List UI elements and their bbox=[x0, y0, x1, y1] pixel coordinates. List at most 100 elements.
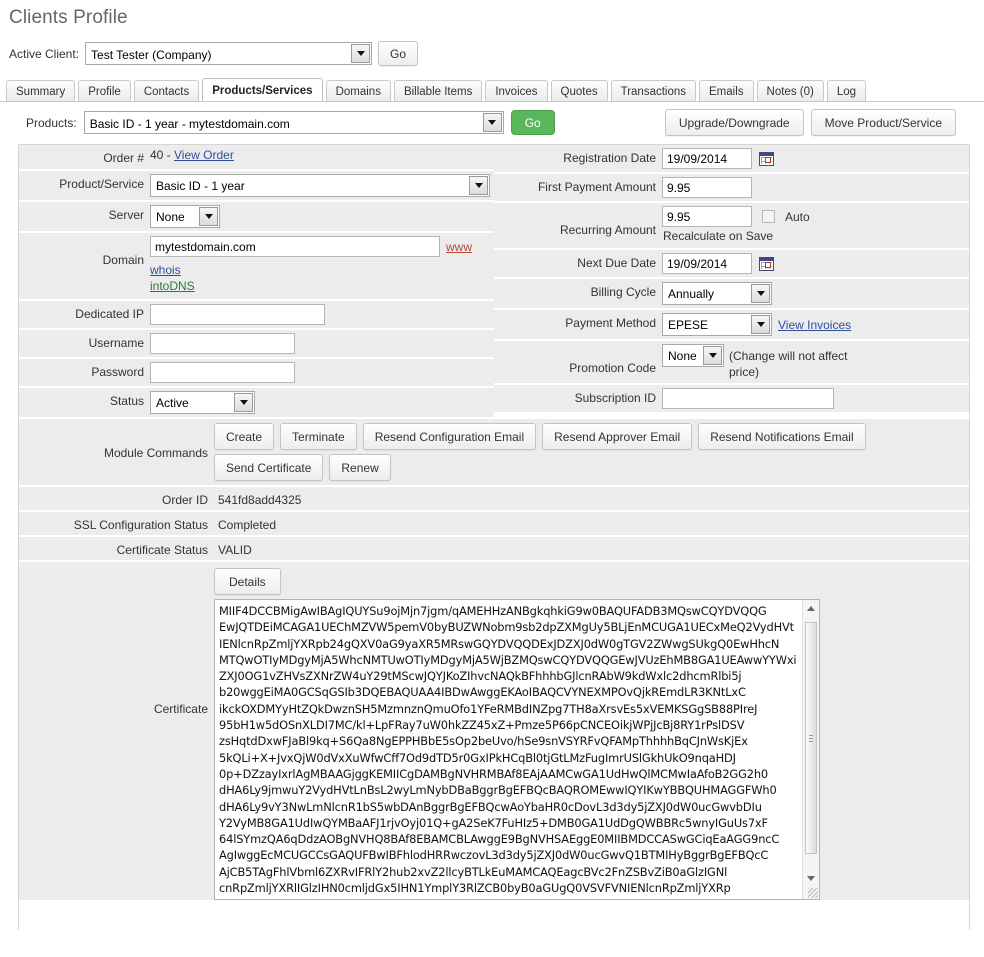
first-payment-input[interactable] bbox=[662, 177, 752, 198]
view-order-link[interactable]: View Order bbox=[174, 148, 234, 162]
page-title: Clients Profile bbox=[9, 7, 128, 28]
product-service-value: Basic ID - 1 year bbox=[156, 179, 245, 193]
left-column: Order # 40 - View Order Product/Service … bbox=[19, 145, 494, 417]
ssl-configuration-status-value: Completed bbox=[218, 518, 277, 532]
next-due-date-label: Next Due Date bbox=[577, 256, 656, 270]
module-commands-row-1: Create Terminate Resend Configuration Em… bbox=[214, 419, 969, 454]
tab-contacts[interactable]: Contacts bbox=[133, 80, 200, 102]
tab-quotes[interactable]: Quotes bbox=[550, 80, 608, 102]
promotion-code-select[interactable]: None bbox=[662, 344, 724, 367]
active-client-select[interactable]: Test Tester (Company) bbox=[85, 42, 373, 65]
billing-cycle-label: Billing Cycle bbox=[590, 285, 656, 299]
row-certificate-status: Certificate Status VALID bbox=[19, 537, 969, 562]
row-order-number: Order # 40 - View Order bbox=[19, 145, 494, 171]
tab-transactions[interactable]: Transactions bbox=[610, 80, 697, 102]
row-dedicated-ip: Dedicated IP bbox=[19, 301, 494, 330]
next-due-date-input[interactable] bbox=[662, 253, 752, 274]
view-invoices-link[interactable]: View Invoices bbox=[778, 318, 851, 332]
status-select[interactable]: Active bbox=[150, 391, 255, 414]
row-status: Status Active bbox=[19, 388, 494, 417]
auto-checkbox[interactable] bbox=[762, 210, 775, 223]
certificate-status-label: Certificate Status bbox=[116, 543, 208, 557]
calendar-icon[interactable] bbox=[759, 151, 774, 166]
domain-intodns-link[interactable]: intoDNS bbox=[150, 279, 195, 293]
certificate-status-value: VALID bbox=[218, 543, 252, 557]
resize-handle[interactable] bbox=[808, 888, 818, 898]
tab-profile[interactable]: Profile bbox=[78, 80, 131, 102]
domain-www-link[interactable]: www bbox=[446, 240, 472, 254]
scroll-up-icon[interactable] bbox=[803, 600, 819, 616]
calendar-icon[interactable] bbox=[759, 256, 774, 271]
username-label: Username bbox=[88, 336, 144, 350]
username-input[interactable] bbox=[150, 333, 295, 354]
renew-button[interactable]: Renew bbox=[329, 454, 391, 481]
row-billing-cycle: Billing Cycle Annually bbox=[494, 279, 969, 310]
products-toolbar: Products: Basic ID - 1 year - mytestdoma… bbox=[0, 101, 984, 144]
certificate-textarea[interactable]: MIIF4DCCBMigAwIBAgIQUYSu9ojMjn7jgm/qAMEH… bbox=[214, 599, 820, 900]
row-password: Password bbox=[19, 359, 494, 388]
chevron-down-icon[interactable] bbox=[703, 346, 722, 365]
terminate-button[interactable]: Terminate bbox=[280, 423, 357, 450]
registration-date-input[interactable] bbox=[662, 148, 752, 169]
create-button[interactable]: Create bbox=[214, 423, 275, 450]
profile-tabs: Summary Profile Contacts Products/Servic… bbox=[6, 78, 984, 102]
billing-cycle-select[interactable]: Annually bbox=[662, 282, 772, 305]
products-go-button[interactable]: Go bbox=[510, 110, 555, 135]
chevron-down-icon[interactable] bbox=[199, 207, 218, 226]
tab-log[interactable]: Log bbox=[826, 80, 867, 102]
order-number-label: Order # bbox=[103, 151, 144, 165]
row-promotion-code: Promotion Code None (Change will not aff… bbox=[494, 341, 969, 385]
domain-input[interactable] bbox=[150, 236, 440, 257]
domain-whois-link[interactable]: whois bbox=[150, 263, 181, 277]
two-column-grid: Order # 40 - View Order Product/Service … bbox=[19, 145, 969, 417]
tab-summary[interactable]: Summary bbox=[6, 80, 76, 102]
product-service-label: Product/Service bbox=[59, 177, 144, 191]
server-label: Server bbox=[108, 208, 144, 222]
row-order-id: Order ID 541fd8add4325 bbox=[19, 487, 969, 512]
first-payment-label: First Payment Amount bbox=[537, 180, 656, 194]
clients-profile-page: Clients Profile Active Client: Test Test… bbox=[0, 0, 984, 957]
tab-notes[interactable]: Notes (0) bbox=[756, 80, 824, 102]
scrollbar-thumb[interactable] bbox=[805, 622, 817, 854]
tab-billable-items[interactable]: Billable Items bbox=[393, 80, 483, 102]
row-subscription-id: Subscription ID bbox=[494, 385, 969, 412]
scroll-down-icon[interactable] bbox=[803, 870, 819, 886]
chevron-down-icon[interactable] bbox=[751, 284, 770, 303]
resend-approver-email-button[interactable]: Resend Approver Email bbox=[542, 423, 693, 450]
send-certificate-button[interactable]: Send Certificate bbox=[214, 454, 324, 481]
payment-method-select[interactable]: EPESE bbox=[662, 313, 772, 336]
server-select[interactable]: None bbox=[150, 205, 220, 228]
chevron-down-icon[interactable] bbox=[469, 176, 488, 195]
recurring-amount-input[interactable] bbox=[662, 206, 752, 227]
order-id-value: 541fd8add4325 bbox=[218, 493, 302, 507]
chevron-down-icon[interactable] bbox=[751, 315, 770, 334]
details-button[interactable]: Details bbox=[214, 568, 281, 595]
product-service-select[interactable]: Basic ID - 1 year bbox=[150, 174, 490, 197]
resend-configuration-email-button[interactable]: Resend Configuration Email bbox=[362, 423, 537, 450]
tab-domains[interactable]: Domains bbox=[325, 80, 391, 102]
resend-notifications-email-button[interactable]: Resend Notifications Email bbox=[698, 423, 866, 450]
subscription-id-input[interactable] bbox=[662, 388, 834, 409]
password-input[interactable] bbox=[150, 362, 295, 383]
chevron-down-icon[interactable] bbox=[351, 44, 371, 63]
tab-emails[interactable]: Emails bbox=[699, 80, 754, 102]
tab-products-services[interactable]: Products/Services bbox=[202, 78, 323, 102]
move-product-service-button[interactable]: Move Product/Service bbox=[810, 109, 956, 136]
client-go-button[interactable]: Go bbox=[378, 41, 419, 66]
active-client-bar: Active Client: Test Tester (Company) Go bbox=[0, 29, 984, 66]
tab-invoices[interactable]: Invoices bbox=[485, 80, 548, 102]
row-product-service: Product/Service Basic ID - 1 year bbox=[19, 171, 494, 202]
tabs-baseline bbox=[6, 101, 984, 102]
dedicated-ip-input[interactable] bbox=[150, 304, 325, 325]
chevron-down-icon[interactable] bbox=[234, 393, 253, 412]
status-label: Status bbox=[109, 394, 144, 408]
certificate-scrollbar[interactable] bbox=[802, 600, 819, 899]
product-actions: Upgrade/Downgrade Move Product/Service bbox=[664, 109, 956, 136]
row-first-payment-amount: First Payment Amount bbox=[494, 174, 969, 203]
certificate-text[interactable]: MIIF4DCCBMigAwIBAgIQUYSu9ojMjn7jgm/qAMEH… bbox=[219, 603, 799, 899]
products-label: Products: bbox=[26, 115, 77, 130]
upgrade-downgrade-button[interactable]: Upgrade/Downgrade bbox=[664, 109, 804, 136]
chevron-down-icon[interactable] bbox=[482, 113, 502, 132]
ssl-configuration-status-label: SSL Configuration Status bbox=[73, 518, 208, 532]
products-select[interactable]: Basic ID - 1 year - mytestdomain.com bbox=[83, 111, 504, 134]
